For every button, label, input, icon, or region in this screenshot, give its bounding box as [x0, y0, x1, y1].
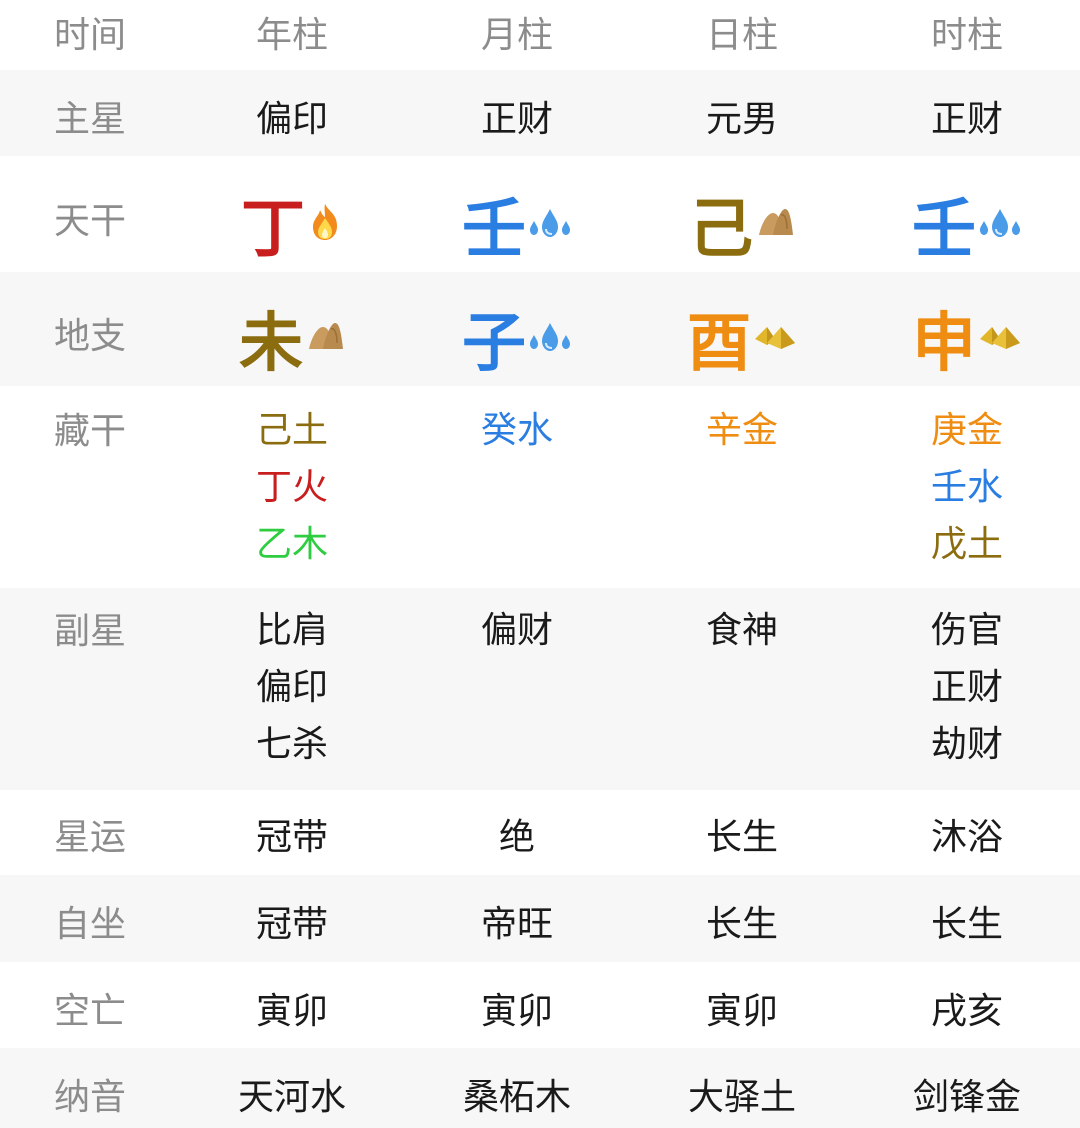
star-fortune-year: 冠带 [255, 817, 328, 858]
sub-star: 比肩 [255, 610, 328, 651]
sub-star: 七杀 [255, 724, 328, 765]
row-label: 藏干 [53, 411, 126, 452]
row-label: 自坐 [53, 904, 126, 945]
gold-pyramid-icon [753, 321, 797, 355]
earthly-branch-month: 子 [407, 292, 627, 384]
hidden-stems-row: 藏干 己土 丁火 乙木 癸水 辛金 庚金 壬水 戊土 [0, 386, 1080, 588]
nayin-year: 天河水 [237, 1077, 346, 1118]
header-label: 时间 [53, 15, 126, 56]
heavenly-stem-year: 丁 [182, 178, 402, 270]
earthly-branch-day: 酉 [632, 292, 852, 384]
sub-stars-month: 偏财 [407, 602, 627, 659]
sub-stars-row: 副星 比肩 偏印 七杀 偏财 食神 伤官 正财 劫财 [0, 588, 1080, 790]
hidden-stem: 丁火 [255, 467, 328, 508]
sub-star: 偏财 [480, 610, 553, 651]
sub-stars-year: 比肩 偏印 七杀 [182, 602, 402, 773]
sub-star: 伤官 [930, 610, 1003, 651]
main-star-month: 正财 [480, 99, 553, 140]
row-label: 副星 [53, 611, 126, 652]
earthly-branch-row: 地支 未 子 酉 申 [0, 272, 1080, 386]
hidden-stem: 辛金 [705, 410, 778, 451]
hidden-stems-year: 己土 丁火 乙木 [182, 402, 402, 573]
header-year-pillar: 年柱 [255, 15, 328, 56]
gold-pyramid-icon [978, 321, 1022, 355]
branch-char: 酉 [687, 307, 751, 381]
star-fortune-day: 长生 [705, 817, 778, 858]
heavenly-stem-row: 天干 丁 壬 己 壬 [0, 156, 1080, 272]
sub-star: 正财 [930, 667, 1003, 708]
earth-mound-icon [755, 207, 795, 241]
row-label: 纳音 [53, 1077, 126, 1118]
nayin-month: 桑柘木 [462, 1077, 571, 1118]
header-hour-pillar: 时柱 [930, 15, 1003, 56]
row-label: 主星 [53, 99, 126, 140]
earth-mound-icon [305, 321, 345, 355]
star-fortune-row: 星运 冠带 绝 长生 沐浴 [0, 790, 1080, 875]
sub-stars-day: 食神 [632, 602, 852, 659]
hidden-stems-day: 辛金 [632, 402, 852, 459]
branch-char: 子 [462, 307, 526, 381]
main-star-day: 元男 [705, 99, 778, 140]
sub-star: 食神 [705, 610, 778, 651]
main-star-row: 主星 偏印 正财 元男 正财 [0, 70, 1080, 156]
header-day-pillar: 日柱 [705, 15, 778, 56]
hidden-stems-hour: 庚金 壬水 戊土 [857, 402, 1077, 573]
stem-char: 丁 [241, 193, 305, 267]
main-star-year: 偏印 [255, 99, 328, 140]
hidden-stem: 癸水 [480, 410, 553, 451]
hidden-stem: 戊土 [930, 524, 1003, 565]
branch-char: 未 [239, 307, 303, 381]
nayin-hour: 剑锋金 [912, 1077, 1021, 1118]
heavenly-stem-day: 己 [632, 178, 852, 270]
water-drops-icon [528, 319, 572, 357]
self-seat-day: 长生 [705, 904, 778, 945]
earthly-branch-hour: 申 [857, 292, 1077, 384]
sub-star: 偏印 [255, 667, 328, 708]
water-drops-icon [978, 205, 1022, 243]
water-drops-icon [528, 205, 572, 243]
row-label: 空亡 [53, 991, 126, 1032]
hidden-stems-month: 癸水 [407, 402, 627, 459]
void-month: 寅卯 [480, 991, 553, 1032]
row-label: 地支 [53, 316, 126, 357]
hidden-stem: 己土 [255, 410, 328, 451]
nayin-day: 大驿土 [687, 1077, 796, 1118]
void-day: 寅卯 [705, 991, 778, 1032]
void-year: 寅卯 [255, 991, 328, 1032]
earthly-branch-year: 未 [182, 292, 402, 384]
bazi-chart-table: 时间 年柱 月柱 日柱 时柱 主星 偏印 正财 元男 正财 天干 丁 壬 己 壬… [0, 0, 1080, 1128]
main-star-hour: 正财 [930, 99, 1003, 140]
header-month-pillar: 月柱 [480, 15, 553, 56]
header-row: 时间 年柱 月柱 日柱 时柱 [0, 0, 1080, 70]
star-fortune-month: 绝 [498, 817, 535, 858]
nayin-row: 纳音 天河水 桑柘木 大驿土 剑锋金 [0, 1048, 1080, 1128]
self-seat-month: 帝旺 [480, 904, 553, 945]
self-seat-year: 冠带 [255, 904, 328, 945]
void-hour: 戌亥 [930, 991, 1003, 1032]
void-row: 空亡 寅卯 寅卯 寅卯 戌亥 [0, 962, 1080, 1048]
hidden-stem: 壬水 [930, 467, 1003, 508]
stem-char: 壬 [462, 193, 526, 267]
heavenly-stem-hour: 壬 [857, 178, 1077, 270]
branch-char: 申 [912, 307, 976, 381]
heavenly-stem-month: 壬 [407, 178, 627, 270]
self-seat-hour: 长生 [930, 904, 1003, 945]
row-label: 星运 [53, 817, 126, 858]
self-seat-row: 自坐 冠带 帝旺 长生 长生 [0, 875, 1080, 962]
stem-char: 壬 [912, 193, 976, 267]
star-fortune-hour: 沐浴 [930, 817, 1003, 858]
row-label: 天干 [53, 201, 126, 242]
stem-char: 己 [689, 193, 753, 267]
sub-stars-hour: 伤官 正财 劫财 [857, 602, 1077, 773]
hidden-stem: 庚金 [930, 410, 1003, 451]
fire-icon [307, 202, 343, 246]
sub-star: 劫财 [930, 724, 1003, 765]
hidden-stem: 乙木 [255, 524, 328, 565]
